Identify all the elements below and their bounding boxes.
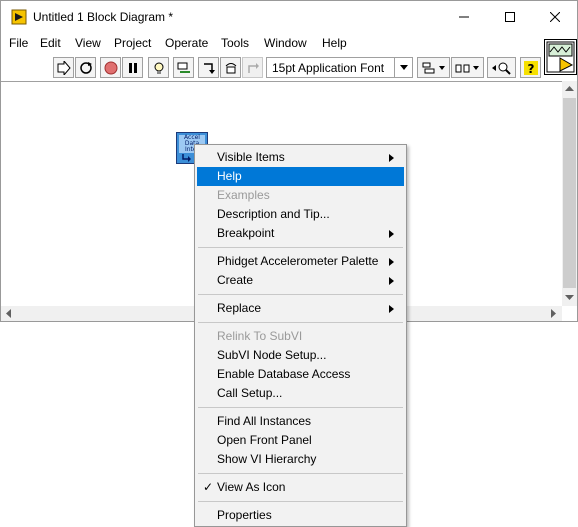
step-over-button[interactable] [220, 57, 241, 78]
menu-separator [198, 247, 403, 248]
scroll-right-icon[interactable] [551, 309, 557, 318]
step-over-icon [225, 62, 236, 73]
question-icon: ? [523, 60, 538, 75]
pause-button[interactable] [122, 57, 143, 78]
menu-separator [198, 294, 403, 295]
submenu-arrow-icon [389, 154, 394, 162]
subvi-arrow-icon [182, 154, 191, 162]
menu-item-help[interactable]: Help [197, 167, 404, 186]
menu-file[interactable]: File [9, 36, 28, 50]
pause-icon [128, 62, 137, 73]
window-title: Untitled 1 Block Diagram * [33, 10, 174, 24]
menu-tools[interactable]: Tools [221, 36, 249, 50]
minimize-icon [459, 16, 469, 18]
menu-item-description-and-tip[interactable]: Description and Tip... [197, 205, 404, 224]
vi-icon[interactable] [544, 39, 577, 75]
run-arrow-icon [57, 60, 71, 75]
menu-item-subvi-node-setup[interactable]: SubVI Node Setup... [197, 346, 404, 365]
maximize-icon [505, 12, 515, 22]
menu-help[interactable]: Help [322, 36, 347, 50]
scroll-left-icon[interactable] [6, 309, 12, 318]
menu-view[interactable]: View [75, 36, 101, 50]
menu-item-enable-database-access[interactable]: Enable Database Access [197, 365, 404, 384]
submenu-arrow-icon [389, 277, 394, 285]
close-icon [550, 12, 560, 22]
step-out-button[interactable] [242, 57, 263, 78]
menu-item-breakpoint[interactable]: Breakpoint [197, 224, 404, 243]
menu-edit[interactable]: Edit [40, 36, 61, 50]
font-select[interactable]: 15pt Application Font [266, 57, 413, 78]
zoom-icon [491, 62, 511, 75]
menu-item-relink-to-subvi: Relink To SubVI [217, 329, 303, 343]
menu-item-replace[interactable]: Replace [197, 299, 404, 318]
menu-item-view-as-icon[interactable]: ✓ View As Icon [197, 478, 404, 497]
menu-item-phidget-accelerometer-palette[interactable]: Phidget Accelerometer Palette [197, 252, 404, 271]
menu-item-properties[interactable]: Properties [197, 506, 404, 525]
menu-project[interactable]: Project [114, 36, 151, 50]
probe-icon [177, 62, 190, 73]
distribute-objects-icon [455, 64, 479, 72]
run-button[interactable] [53, 57, 74, 78]
distribute-objects-button[interactable] [451, 57, 484, 78]
highlight-execution-button[interactable] [148, 57, 169, 78]
run-continuously-button[interactable] [75, 57, 96, 78]
check-mark-icon: ✓ [203, 480, 214, 494]
menu-separator [198, 322, 403, 323]
menu-item-examples: Examples [217, 188, 270, 202]
menu-item-visible-items[interactable]: Visible Items [197, 148, 404, 167]
submenu-arrow-icon [389, 230, 394, 238]
close-button[interactable] [532, 1, 578, 33]
maximize-button[interactable] [487, 1, 533, 33]
menu-item-call-setup[interactable]: Call Setup... [197, 384, 404, 403]
step-out-icon [247, 62, 259, 73]
menu-separator [198, 407, 403, 408]
chevron-down-icon [394, 58, 412, 77]
vi-icon-graphic [546, 41, 575, 73]
align-objects-icon [422, 62, 445, 73]
scroll-down-icon[interactable] [565, 295, 574, 301]
minimize-button[interactable] [441, 1, 487, 33]
submenu-arrow-icon [389, 305, 394, 313]
retain-wire-values-button[interactable] [173, 57, 194, 78]
step-into-button[interactable] [198, 57, 219, 78]
menu-bar: File Edit View Project Operate Tools Win… [1, 34, 577, 54]
vertical-scrollbar[interactable] [562, 81, 577, 306]
toolbar: 15pt Application Font ? [1, 54, 577, 81]
scroll-up-icon[interactable] [565, 86, 574, 92]
font-select-value: 15pt Application Font [272, 61, 385, 75]
vertical-scroll-thumb[interactable] [563, 98, 576, 288]
menu-operate[interactable]: Operate [165, 36, 208, 50]
lightbulb-icon [154, 62, 163, 74]
align-objects-button[interactable] [417, 57, 450, 78]
run-continuously-icon [79, 61, 92, 74]
svg-text:?: ? [527, 62, 534, 75]
menu-window[interactable]: Window [264, 36, 307, 50]
submenu-arrow-icon [389, 258, 394, 266]
menu-separator [198, 501, 403, 502]
menu-item-show-vi-hierarchy[interactable]: Show VI Hierarchy [197, 450, 404, 469]
zoom-button[interactable] [487, 57, 516, 78]
abort-button[interactable] [100, 57, 121, 78]
menu-separator [198, 473, 403, 474]
abort-icon [104, 61, 117, 74]
title-bar[interactable]: Untitled 1 Block Diagram * [1, 1, 577, 33]
menu-item-find-all-instances[interactable]: Find All Instances [197, 412, 404, 431]
labview-app-icon [11, 9, 27, 25]
step-into-icon [203, 62, 215, 74]
context-help-button[interactable]: ? [520, 57, 541, 78]
context-menu: Visible Items Help Examples Description … [194, 144, 407, 527]
menu-item-create[interactable]: Create [197, 271, 404, 290]
menu-item-open-front-panel[interactable]: Open Front Panel [197, 431, 404, 450]
